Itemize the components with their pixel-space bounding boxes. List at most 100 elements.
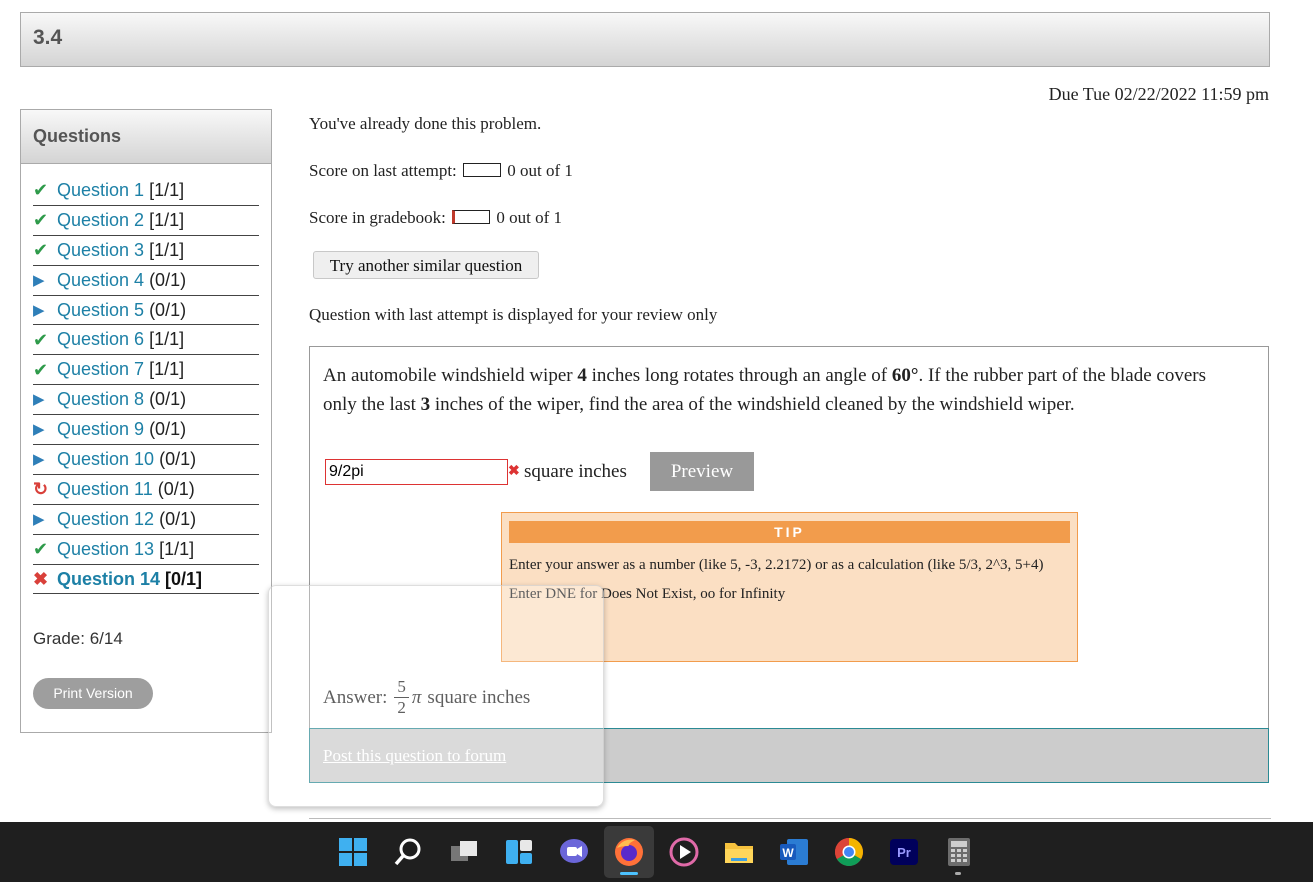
question-list-item[interactable]: ▶ Question 9 (0/1) bbox=[33, 415, 259, 446]
play-arrow-icon: ▶ bbox=[33, 301, 45, 319]
windows-start-icon[interactable] bbox=[337, 836, 369, 868]
last-attempt-value: 0 out of 1 bbox=[507, 161, 573, 180]
question-score: (0/1) bbox=[149, 269, 187, 290]
question-list-item[interactable]: ▶ Question 12 (0/1) bbox=[33, 505, 259, 535]
question-score: (0/1) bbox=[149, 419, 187, 440]
question-score: [1/1] bbox=[149, 179, 185, 200]
question-link[interactable]: Question 1 bbox=[57, 180, 144, 201]
gradebook-label: Score in gradebook: bbox=[309, 208, 446, 227]
play-arrow-icon: ▶ bbox=[33, 421, 45, 439]
question-list-item[interactable]: ▶ Question 10 (0/1) bbox=[33, 445, 259, 475]
question-list-item[interactable]: ✔ Question 1 [1/1] bbox=[33, 176, 259, 206]
sidebar-header: Questions bbox=[21, 110, 271, 164]
question-list-item[interactable]: ✔ Question 6 [1/1] bbox=[33, 325, 259, 356]
blade-length: 3 bbox=[420, 394, 431, 415]
check-icon: ✔ bbox=[33, 539, 49, 560]
already-done-message: You've already done this problem. bbox=[309, 114, 542, 133]
review-note: Question with last attempt is displayed … bbox=[309, 305, 718, 324]
question-list: ✔ Question 1 [1/1] ✔ Question 2 [1/1] ✔ Questio… bbox=[33, 176, 259, 595]
bottom-divider bbox=[309, 818, 1271, 819]
task-view-icon[interactable] bbox=[448, 836, 480, 868]
question-list-item[interactable]: ✔ Question 7 [1/1] bbox=[33, 355, 259, 386]
x-icon: ✖ bbox=[33, 569, 49, 590]
question-list-item[interactable]: ✔ Question 13 [1/1] bbox=[33, 535, 259, 565]
last-attempt-score-bar bbox=[463, 163, 502, 177]
due-date: Due Tue 02/22/2022 11:59 pm bbox=[1048, 84, 1269, 104]
question-list-item[interactable]: ▶ Question 5 (0/1) bbox=[33, 296, 259, 326]
wiper-length: 4 bbox=[577, 365, 587, 386]
play-arrow-icon: ▶ bbox=[33, 271, 45, 289]
check-icon: ✔ bbox=[33, 180, 49, 201]
premiere-pro-icon[interactable]: Pr bbox=[888, 836, 920, 868]
question-score: (0/1) bbox=[149, 299, 187, 320]
question-link[interactable]: Question 3 bbox=[57, 240, 144, 261]
question-score: (0/1) bbox=[159, 448, 197, 469]
rotation-angle: 60° bbox=[891, 365, 919, 386]
question-score: (0/1) bbox=[149, 389, 187, 410]
answer-units: square inches bbox=[524, 461, 627, 482]
running-app-indicator bbox=[955, 872, 961, 875]
chrome-icon[interactable] bbox=[833, 836, 865, 868]
assignment-title-bar: 3.4 bbox=[20, 12, 1270, 67]
widgets-icon[interactable] bbox=[503, 836, 535, 868]
question-text: An automobile windshield wiper 4 inches … bbox=[323, 365, 1206, 415]
question-link[interactable]: Question 11 bbox=[57, 479, 153, 500]
question-link[interactable]: Question 12 bbox=[57, 509, 154, 530]
question-link[interactable]: Question 4 bbox=[57, 270, 144, 291]
media-player-icon[interactable] bbox=[668, 836, 700, 868]
file-explorer-icon[interactable] bbox=[723, 836, 755, 868]
last-attempt-score: Score on last attempt: 0 out of 1 bbox=[309, 161, 573, 181]
grade-summary: Grade: 6/14 bbox=[33, 629, 123, 648]
question-list-item[interactable]: ▶ Question 8 (0/1) bbox=[33, 385, 259, 416]
gradebook-value: 0 out of 1 bbox=[496, 208, 563, 227]
incorrect-x-icon: ✖ bbox=[508, 464, 520, 479]
question-link[interactable]: Question 10 bbox=[57, 449, 154, 470]
question-link[interactable]: Question 8 bbox=[57, 389, 144, 410]
search-icon[interactable] bbox=[392, 836, 424, 868]
question-link[interactable]: Question 6 bbox=[57, 329, 144, 350]
question-list-item[interactable]: ✔ Question 3 [1/1] bbox=[33, 236, 259, 266]
check-icon: ✔ bbox=[33, 210, 49, 231]
preview-button[interactable]: Preview bbox=[650, 452, 754, 491]
question-link[interactable]: Question 5 bbox=[57, 300, 144, 321]
gradebook-score-bar bbox=[452, 210, 491, 224]
question-list-item[interactable]: ▶ Question 4 (0/1) bbox=[33, 266, 259, 296]
question-score: (0/1) bbox=[159, 508, 197, 529]
gradebook-score: Score in gradebook: 0 out of 1 bbox=[309, 208, 562, 228]
premiere-letters: Pr bbox=[897, 845, 911, 860]
ghost-popup-overlay bbox=[268, 585, 604, 807]
tip-line-1: Enter your answer as a number (like 5, -… bbox=[509, 557, 1044, 573]
questions-sidebar: Questions ✔ Question 1 [1/1] ✔ Question 2 [1/… bbox=[20, 109, 272, 733]
check-icon: ✔ bbox=[33, 359, 49, 380]
question-score: [1/1] bbox=[149, 239, 185, 260]
play-arrow-icon: ▶ bbox=[33, 391, 45, 409]
try-similar-question-button[interactable]: Try another similar question bbox=[313, 251, 539, 279]
word-icon[interactable]: W bbox=[778, 836, 810, 868]
question-link[interactable]: Question 14 bbox=[57, 569, 160, 590]
question-list-item[interactable]: ✔ Question 2 [1/1] bbox=[33, 206, 259, 236]
question-score: [1/1] bbox=[159, 538, 195, 559]
windows-taskbar: W Pr bbox=[0, 822, 1313, 882]
question-link[interactable]: Question 13 bbox=[57, 539, 154, 560]
print-version-button[interactable]: Print Version bbox=[33, 678, 153, 709]
question-link[interactable]: Question 7 bbox=[57, 359, 144, 380]
calculator-icon[interactable] bbox=[943, 836, 975, 868]
answer-input[interactable] bbox=[325, 459, 508, 485]
question-list-item[interactable]: ↻ Question 11 (0/1) bbox=[33, 475, 259, 505]
chat-icon[interactable] bbox=[558, 836, 590, 868]
word-letter: W bbox=[782, 846, 794, 860]
retry-icon: ↻ bbox=[33, 479, 49, 500]
firefox-icon[interactable] bbox=[613, 836, 645, 868]
play-arrow-icon: ▶ bbox=[33, 510, 45, 528]
question-list-item[interactable]: ✖ Question 14 [0/1] bbox=[33, 565, 259, 595]
question-link[interactable]: Question 2 bbox=[57, 210, 144, 231]
play-arrow-icon: ▶ bbox=[33, 450, 45, 468]
question-score: [0/1] bbox=[165, 568, 203, 589]
check-icon: ✔ bbox=[33, 240, 49, 261]
last-attempt-label: Score on last attempt: bbox=[309, 161, 457, 180]
question-link[interactable]: Question 9 bbox=[57, 419, 144, 440]
question-score: [1/1] bbox=[149, 329, 185, 350]
tip-header: TIP bbox=[509, 521, 1070, 543]
question-score: [1/1] bbox=[149, 359, 185, 380]
question-score: [1/1] bbox=[149, 209, 185, 230]
